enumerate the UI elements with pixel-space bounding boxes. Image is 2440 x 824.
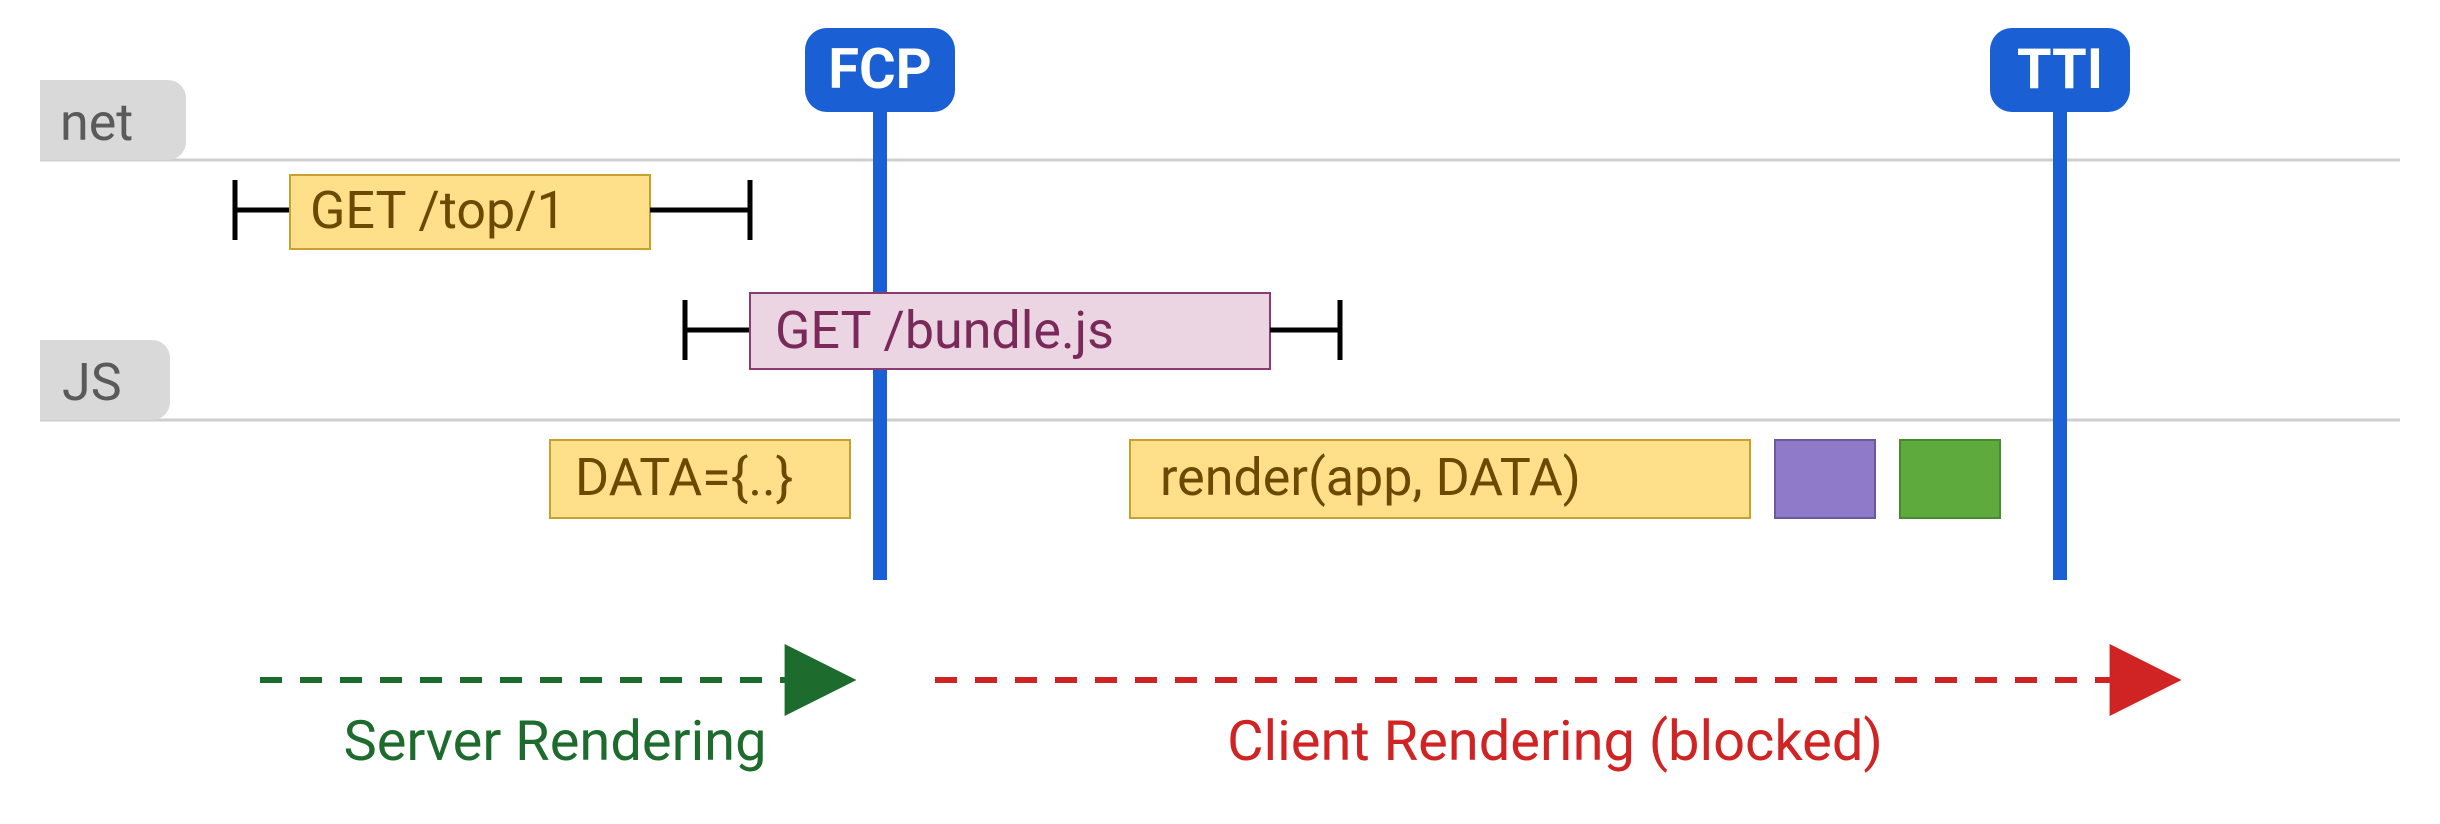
js-data-box: DATA={..}	[550, 440, 850, 518]
svg-text:net: net	[60, 92, 133, 153]
phase-label-server: Server Rendering	[343, 708, 766, 774]
tti-marker: TTI	[1990, 28, 2130, 580]
lane-label-net: net	[40, 80, 186, 160]
svg-text:GET /top/1: GET /top/1	[310, 180, 566, 241]
svg-text:FCP: FCP	[828, 36, 931, 102]
net-request-top1: GET /top/1	[235, 175, 750, 249]
lane-label-js: JS	[40, 340, 170, 420]
js-task-green	[1900, 440, 2000, 518]
rendering-timeline-diagram: net JS FCP TTI GET /top/1 GET /bundle.js…	[0, 0, 2440, 824]
svg-text:DATA={..}: DATA={..}	[575, 447, 793, 508]
svg-text:TTI: TTI	[2017, 36, 2103, 102]
svg-text:render(app, DATA): render(app, DATA)	[1160, 447, 1581, 508]
net-request-bundle: GET /bundle.js	[685, 293, 1340, 369]
svg-text:JS: JS	[62, 352, 122, 413]
js-render-box: render(app, DATA)	[1130, 440, 1750, 518]
svg-text:GET /bundle.js: GET /bundle.js	[775, 300, 1114, 361]
phase-label-client: Client Rendering (blocked)	[1227, 708, 1883, 774]
js-task-purple	[1775, 440, 1875, 518]
